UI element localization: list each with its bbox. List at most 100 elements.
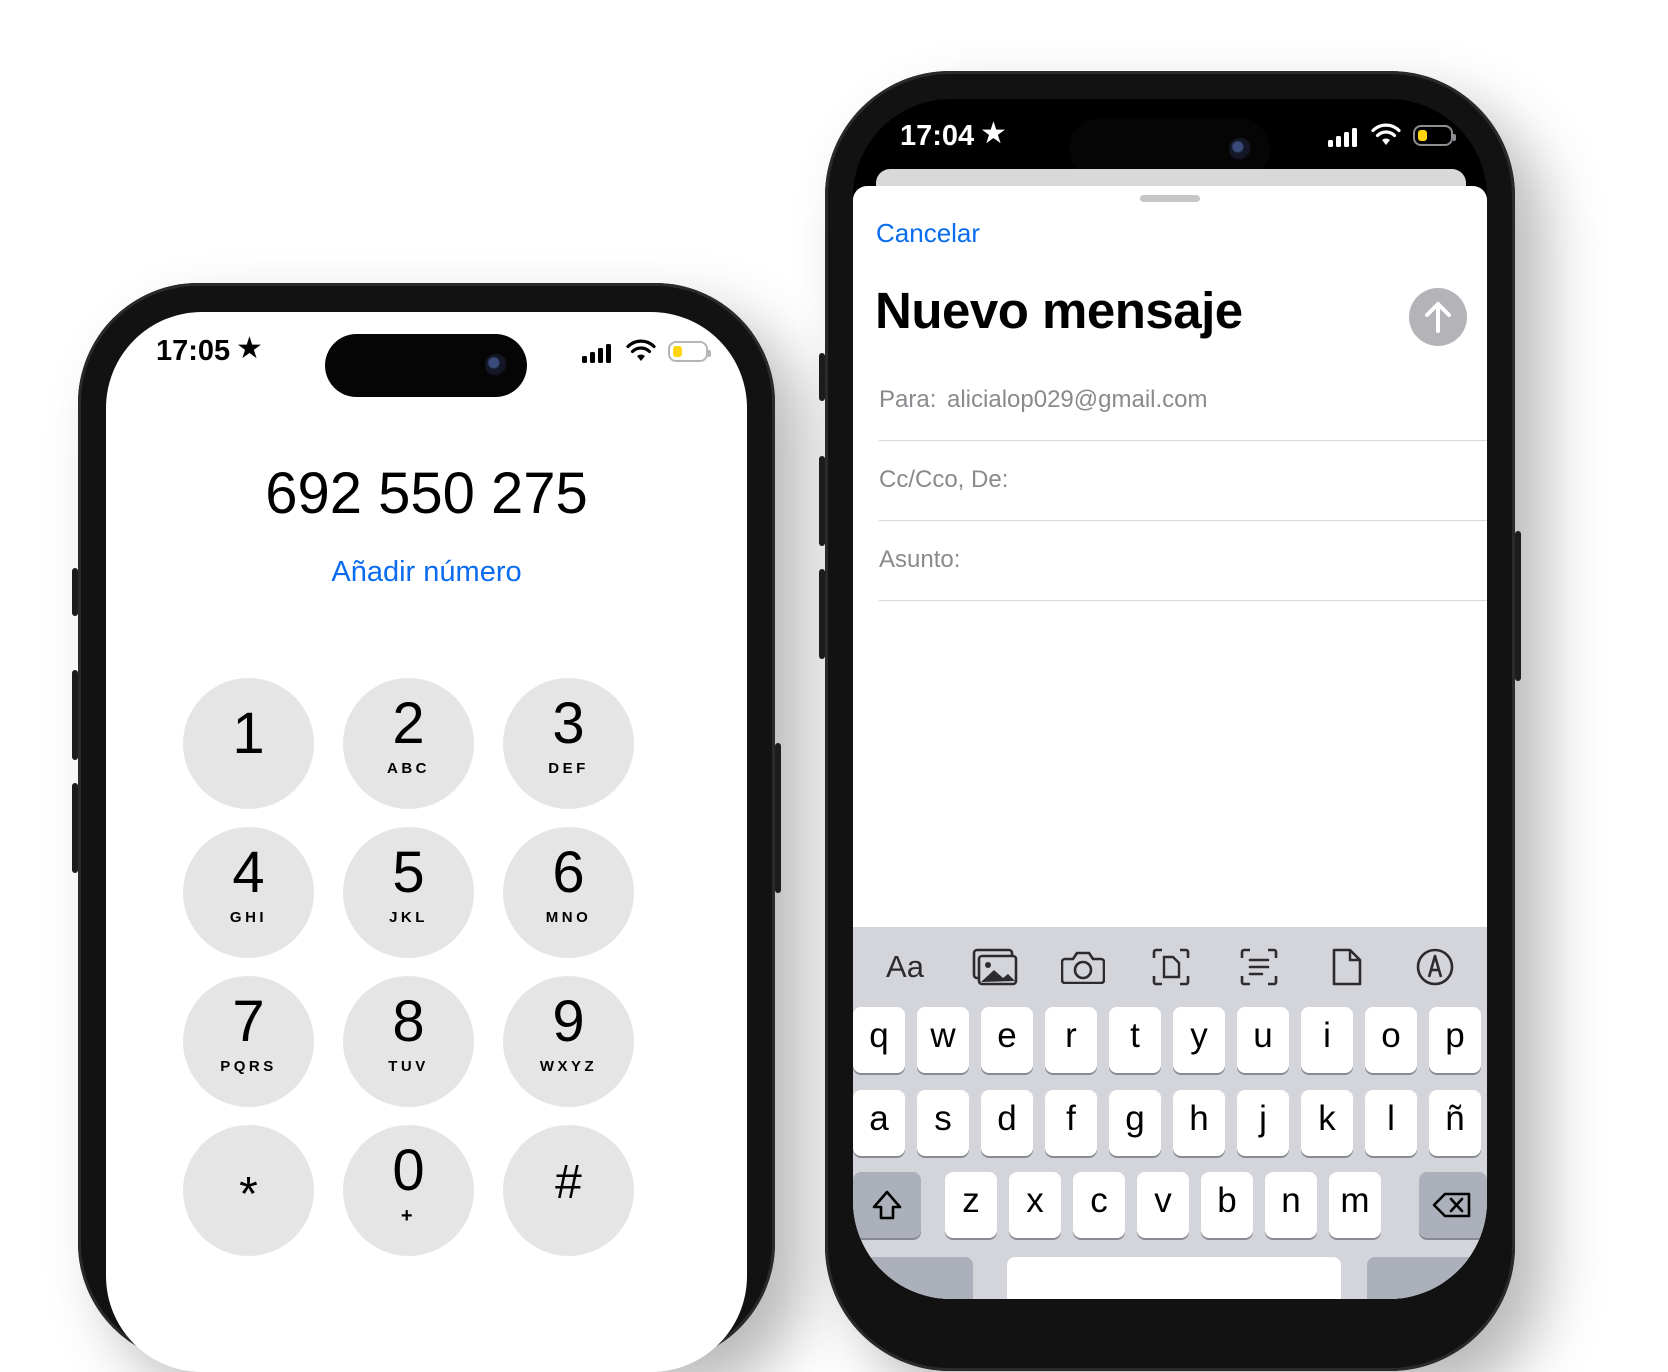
- key-a[interactable]: a: [853, 1090, 905, 1156]
- dial-key-digit: #: [555, 1156, 582, 1209]
- key-t[interactable]: t: [1109, 1007, 1161, 1073]
- power-button: [775, 743, 781, 893]
- key-h[interactable]: h: [1173, 1090, 1225, 1156]
- dial-key-digit: 6: [552, 840, 585, 905]
- dial-key-letters: JKL: [389, 909, 428, 926]
- dial-key-7[interactable]: 7 PQRS: [183, 976, 314, 1107]
- location-star-icon: ★: [236, 332, 263, 365]
- dial-key-9[interactable]: 9 WXYZ: [503, 976, 634, 1107]
- subject-label: Asunto:: [879, 546, 961, 573]
- dial-key-digit: 5: [392, 840, 425, 905]
- format-toolbar: Aa: [853, 939, 1487, 999]
- key-j[interactable]: j: [1237, 1090, 1289, 1156]
- key-l[interactable]: l: [1365, 1090, 1417, 1156]
- dial-key-0[interactable]: 0 +: [343, 1125, 474, 1256]
- cellular-signal-icon: [582, 344, 611, 363]
- key-z[interactable]: z: [945, 1172, 997, 1238]
- key-q[interactable]: q: [853, 1007, 905, 1073]
- key-n[interactable]: n: [1265, 1172, 1317, 1238]
- dial-key-star[interactable]: *: [183, 1125, 314, 1256]
- attach-file-icon[interactable]: [1319, 939, 1375, 995]
- scan-document-icon[interactable]: [1143, 939, 1199, 995]
- dial-key-3[interactable]: 3 DEF: [503, 678, 634, 809]
- volume-up-button: [72, 670, 78, 760]
- dial-key-letters: MNO: [545, 909, 592, 926]
- battery-icon: [668, 341, 711, 362]
- arrow-up-icon: [1425, 302, 1451, 333]
- power-button: [1515, 531, 1521, 681]
- return-key[interactable]: [1367, 1257, 1487, 1299]
- dial-key-hash[interactable]: #: [503, 1125, 634, 1256]
- key-b[interactable]: b: [1201, 1172, 1253, 1238]
- volume-up-button: [819, 456, 825, 546]
- sheet-grabber[interactable]: [1140, 195, 1200, 202]
- wifi-icon: [626, 339, 656, 361]
- dial-key-digit: 3: [552, 691, 585, 756]
- key-i[interactable]: i: [1301, 1007, 1353, 1073]
- markup-icon[interactable]: [1407, 939, 1463, 995]
- status-time: 17:04: [900, 120, 975, 152]
- backspace-key[interactable]: [1419, 1172, 1487, 1238]
- dial-key-letters: GHI: [229, 909, 268, 926]
- scan-text-icon[interactable]: [1231, 939, 1287, 995]
- dial-key-6[interactable]: 6 MNO: [503, 827, 634, 958]
- subject-field[interactable]: Asunto:: [879, 520, 1487, 601]
- dial-key-8[interactable]: 8 TUV: [343, 976, 474, 1107]
- location-star-icon: ★: [980, 117, 1007, 150]
- key-u[interactable]: u: [1237, 1007, 1289, 1073]
- dial-key-digit: *: [239, 1168, 258, 1221]
- shift-key[interactable]: [853, 1172, 921, 1238]
- key-p[interactable]: p: [1429, 1007, 1481, 1073]
- key-e[interactable]: e: [981, 1007, 1033, 1073]
- key-d[interactable]: d: [981, 1090, 1033, 1156]
- dial-key-5[interactable]: 5 JKL: [343, 827, 474, 958]
- key-r[interactable]: r: [1045, 1007, 1097, 1073]
- dynamic-island: [325, 334, 527, 397]
- dialer-screen: 17:05 ★ 692 550 275 Añadir número 1 2 ABC 3…: [106, 312, 747, 1372]
- key-w[interactable]: w: [917, 1007, 969, 1073]
- delete-backward-icon: [1432, 1192, 1471, 1218]
- photo-library-icon[interactable]: [967, 939, 1023, 995]
- volume-down-button: [72, 783, 78, 873]
- numbers-key[interactable]: [853, 1257, 973, 1299]
- cancel-button[interactable]: Cancelar: [876, 218, 980, 249]
- cc-bcc-from-label: Cc/Cco, De:: [879, 466, 1009, 493]
- key-m[interactable]: m: [1329, 1172, 1381, 1238]
- battery-icon: [1413, 125, 1456, 146]
- key-c[interactable]: c: [1073, 1172, 1125, 1238]
- dial-key-1[interactable]: 1: [183, 678, 314, 809]
- key-g[interactable]: g: [1109, 1090, 1161, 1156]
- space-bar[interactable]: [1007, 1257, 1341, 1299]
- key-y[interactable]: y: [1173, 1007, 1225, 1073]
- dial-key-letters: WXYZ: [539, 1058, 598, 1075]
- key-v[interactable]: v: [1137, 1172, 1189, 1238]
- dial-key-letters: +: [400, 1205, 417, 1227]
- key-s[interactable]: s: [917, 1090, 969, 1156]
- key-ñ[interactable]: ñ: [1429, 1090, 1481, 1156]
- to-label: Para:: [879, 386, 937, 413]
- cc-bcc-from-field[interactable]: Cc/Cco, De:: [879, 440, 1487, 521]
- to-value[interactable]: alicialop029@gmail.com: [947, 386, 1207, 414]
- dial-key-digit: 4: [232, 840, 265, 905]
- cellular-signal-icon: [1328, 128, 1357, 147]
- to-field[interactable]: Para: alicialop029@gmail.com: [879, 360, 1487, 441]
- shift-icon: [872, 1190, 902, 1220]
- compose-title: Nuevo mensaje: [875, 282, 1243, 339]
- dial-key-digit: 2: [392, 691, 425, 756]
- send-button[interactable]: [1409, 288, 1467, 346]
- camera-icon[interactable]: [1055, 939, 1111, 995]
- dial-key-letters: TUV: [388, 1058, 429, 1075]
- dial-key-4[interactable]: 4 GHI: [183, 827, 314, 958]
- status-time: 17:05: [156, 335, 231, 367]
- dial-key-digit: 8: [392, 989, 425, 1054]
- key-o[interactable]: o: [1365, 1007, 1417, 1073]
- key-k[interactable]: k: [1301, 1090, 1353, 1156]
- key-f[interactable]: f: [1045, 1090, 1097, 1156]
- dial-key-letters: PQRS: [220, 1058, 277, 1075]
- dial-key-2[interactable]: 2 ABC: [343, 678, 474, 809]
- message-body[interactable]: [853, 606, 1487, 971]
- format-text-button[interactable]: Aa: [877, 939, 933, 995]
- add-number-link[interactable]: Añadir número: [106, 556, 747, 589]
- dial-key-letters: ABC: [387, 760, 430, 777]
- key-x[interactable]: x: [1009, 1172, 1061, 1238]
